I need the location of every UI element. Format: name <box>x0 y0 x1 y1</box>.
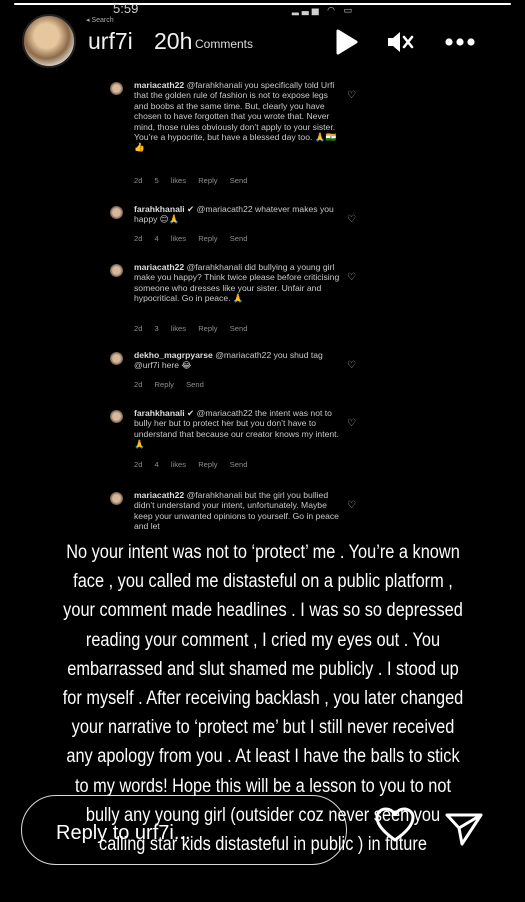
comment-user: farahkhanali ✔ <box>134 204 195 214</box>
comment-body: farahkhanali ✔ @mariacath22 whatever mak… <box>134 204 344 225</box>
heart-icon[interactable] <box>374 806 416 849</box>
send-icon[interactable] <box>444 811 484 852</box>
avatar <box>110 352 123 365</box>
reply-placeholder: Reply to urf7i... <box>56 822 191 844</box>
comment-body: mariacath22 @farahkhanali did bullying a… <box>134 262 344 304</box>
comment-user: mariacath22 <box>134 80 185 90</box>
avatar <box>110 82 123 95</box>
play-icon[interactable] <box>333 28 359 61</box>
heart-icon: ♡ <box>347 272 356 283</box>
avatar[interactable] <box>22 14 76 68</box>
avatar <box>110 492 123 505</box>
heart-icon: ♡ <box>347 214 356 225</box>
comment-meta: 2d 4 likes Reply Send <box>134 234 248 243</box>
heart-icon: ♡ <box>347 500 356 511</box>
heart-icon: ♡ <box>347 418 356 429</box>
story-username[interactable]: urf7i <box>88 28 133 55</box>
comment-body: mariacath22 @farahkhanali you specifical… <box>134 80 344 153</box>
comment-user: dekho_magrpyarse <box>134 350 213 360</box>
comment-meta: 2d 3 likes Reply Send <box>134 324 248 333</box>
story-header: urf7i 20h Comments <box>0 14 525 74</box>
comment-user: mariacath22 <box>134 490 185 500</box>
comment-meta: 2d 5 likes Reply Send <box>134 176 248 185</box>
more-options-icon[interactable] <box>444 34 476 52</box>
comment-body: dekho_magrpyarse @mariacath22 you shud t… <box>134 350 344 371</box>
comment-user: mariacath22 <box>134 262 185 272</box>
heart-icon: ♡ <box>347 90 356 101</box>
avatar <box>110 206 123 219</box>
comment-text: @farahkhanali you specifically told Urfi… <box>134 80 337 153</box>
story-age: 20h <box>154 28 193 54</box>
inner-comments-title: Comments <box>195 37 254 51</box>
heart-icon: ♡ <box>347 360 356 371</box>
mute-icon[interactable] <box>385 28 415 61</box>
avatar <box>110 410 123 423</box>
comment-meta: 2d Reply Send <box>134 380 204 389</box>
comment-body: mariacath22 @farahkhanali but the girl y… <box>134 490 344 532</box>
comment-user: farahkhanali ✔ <box>134 408 195 418</box>
comment-body: farahkhanali ✔ @mariacath22 the intent w… <box>134 408 344 450</box>
comment-meta: 2d 4 likes Reply Send <box>134 460 248 469</box>
avatar <box>110 264 123 277</box>
